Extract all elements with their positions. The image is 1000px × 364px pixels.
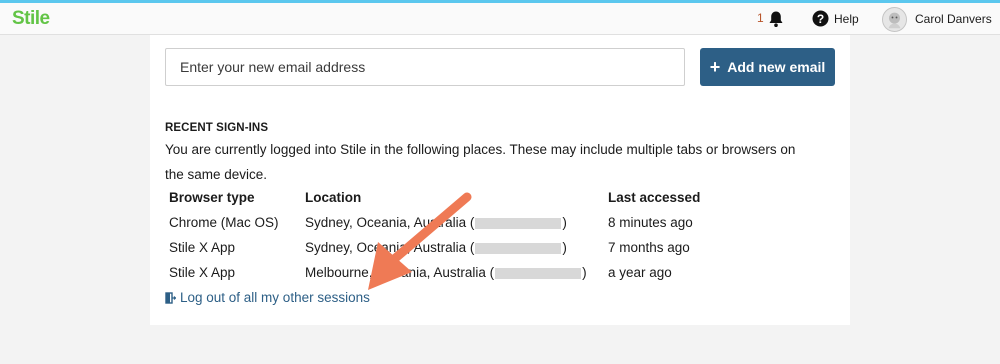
stile-logo[interactable]: Stile [12, 8, 50, 30]
notification-count[interactable]: 1 [757, 11, 764, 25]
row-3-location: Melbourne, Oceania, Australia () [305, 265, 587, 280]
row-2-location-text: Sydney, Oceania, Australia ( [305, 240, 475, 255]
row-1-location-text: Sydney, Oceania, Australia ( [305, 215, 475, 230]
row-2-location-close: ) [562, 240, 567, 255]
redacted-ip [495, 267, 582, 279]
logout-icon [165, 291, 176, 304]
row-1-last-accessed: 8 minutes ago [608, 215, 693, 230]
logout-link-label: Log out of all my other sessions [180, 290, 370, 305]
row-2-location: Sydney, Oceania, Australia () [305, 240, 567, 255]
logout-other-sessions-link[interactable]: Log out of all my other sessions [165, 290, 370, 305]
row-3-location-text: Melbourne, Oceania, Australia ( [305, 265, 495, 280]
column-header-browser: Browser type [169, 190, 255, 205]
row-1-location: Sydney, Oceania, Australia () [305, 215, 567, 230]
user-name[interactable]: Carol Danvers [915, 12, 992, 26]
column-header-location: Location [305, 190, 362, 205]
top-navigation-bar: Stile 1 ? Help Carol Danvers [0, 3, 1000, 35]
help-icon[interactable]: ? [812, 10, 829, 27]
redacted-ip [475, 217, 562, 229]
add-new-email-button[interactable]: + Add new email [700, 48, 835, 86]
row-1-browser: Chrome (Mac OS) [169, 215, 279, 230]
svg-text:?: ? [817, 12, 824, 26]
bell-icon[interactable] [768, 10, 784, 28]
column-header-last-accessed: Last accessed [608, 190, 701, 205]
recent-signins-heading: RECENT SIGN-INS [165, 122, 269, 134]
row-3-location-close: ) [582, 265, 587, 280]
row-3-browser: Stile X App [169, 265, 236, 280]
add-new-email-label: Add new email [727, 59, 826, 75]
plus-icon: + [709, 57, 721, 77]
row-2-last-accessed: 7 months ago [608, 240, 690, 255]
help-link[interactable]: Help [834, 12, 859, 26]
new-email-input[interactable] [165, 48, 685, 86]
row-1-location-close: ) [562, 215, 567, 230]
row-2-browser: Stile X App [169, 240, 236, 255]
redacted-ip [475, 242, 562, 254]
row-3-last-accessed: a year ago [608, 265, 672, 280]
recent-signins-description: You are currently logged into Stile in t… [165, 142, 796, 182]
avatar[interactable] [882, 7, 907, 32]
